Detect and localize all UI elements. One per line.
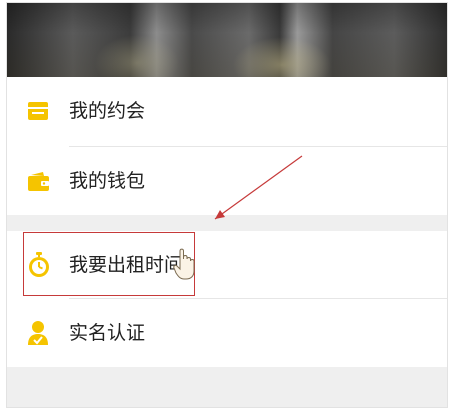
hand-cursor-icon — [173, 247, 197, 285]
annotation-arrow — [214, 155, 303, 220]
app-screen: 我的约会 我的钱包 我要出租时间 实名认证 — [6, 2, 448, 408]
